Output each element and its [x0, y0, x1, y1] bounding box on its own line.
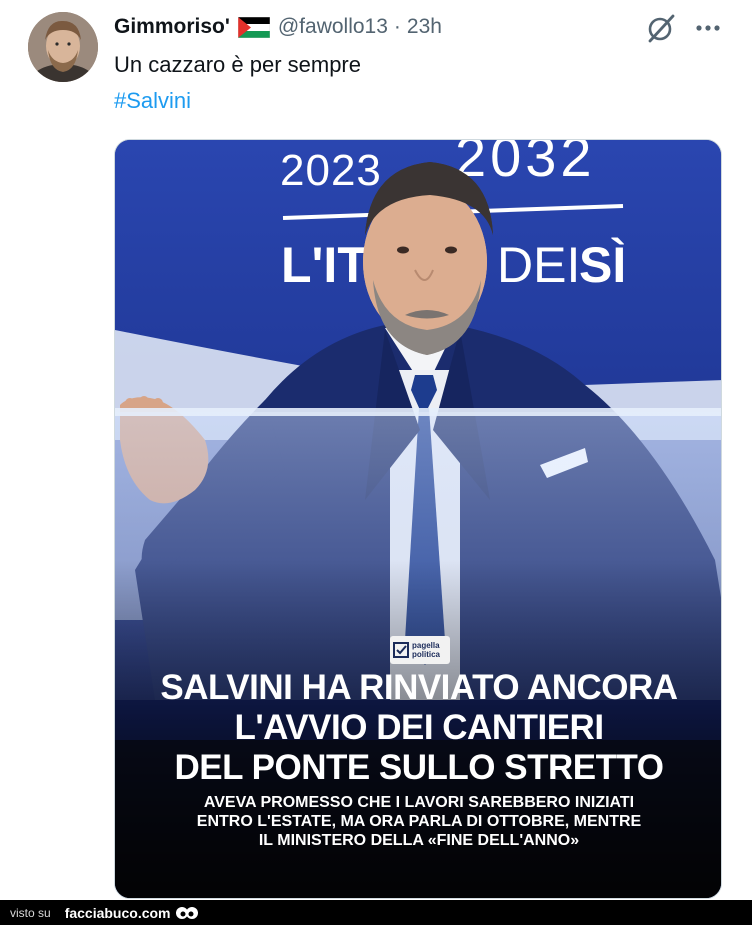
headline-line-3: DEL PONTE SULLO STRETTO [174, 748, 664, 787]
user-handle[interactable]: @fawollo13 [278, 15, 388, 39]
avatar[interactable] [28, 12, 98, 82]
subhead-line-2: ENTRO L'ESTATE, MA ORA PARLA DI OTTOBRE,… [196, 813, 642, 830]
headline-line-1: SALVINI HA RINVIATO ANCORA [160, 668, 678, 707]
publisher-name-line1: pagella [412, 641, 440, 650]
grok-icon[interactable] [645, 12, 677, 44]
publisher-logo: pagella politica [390, 636, 450, 664]
timestamp[interactable]: 23h [407, 15, 442, 39]
subhead-line-3: IL MINISTERO DELLA «FINE DELL'ANNO» [258, 832, 580, 849]
watermark-bar: visto su facciabuco.com [0, 900, 752, 925]
figure-head [363, 162, 493, 355]
separator-dot: · [393, 15, 401, 38]
watermark-prefix: visto su [10, 905, 51, 920]
avatar-photo [28, 12, 98, 82]
palestine-flag-icon [237, 16, 270, 38]
watermark-site: facciabuco.com [64, 904, 171, 921]
tweet-header: Gimmoriso' @fawollo13 · 23h [114, 12, 442, 42]
checkmark-icon [393, 642, 409, 658]
publisher-name-line2: politica [412, 650, 441, 659]
hashtag-link[interactable]: #Salvini [114, 88, 191, 114]
display-name[interactable]: Gimmoriso' [114, 15, 230, 39]
eyes-icon [175, 906, 198, 919]
more-icon[interactable] [694, 18, 724, 38]
tweet-media[interactable]: 2023 2032 L'IT DEI SÌ pagella politica S… [114, 139, 722, 899]
headline-line-2: L'AVVIO DEI CANTIERI [234, 708, 604, 747]
tweet-text: Un cazzaro è per sempre [114, 52, 361, 77]
subhead-line-1: AVEVA PROMESSO CHE I LAVORI SAREBBERO IN… [203, 794, 635, 811]
